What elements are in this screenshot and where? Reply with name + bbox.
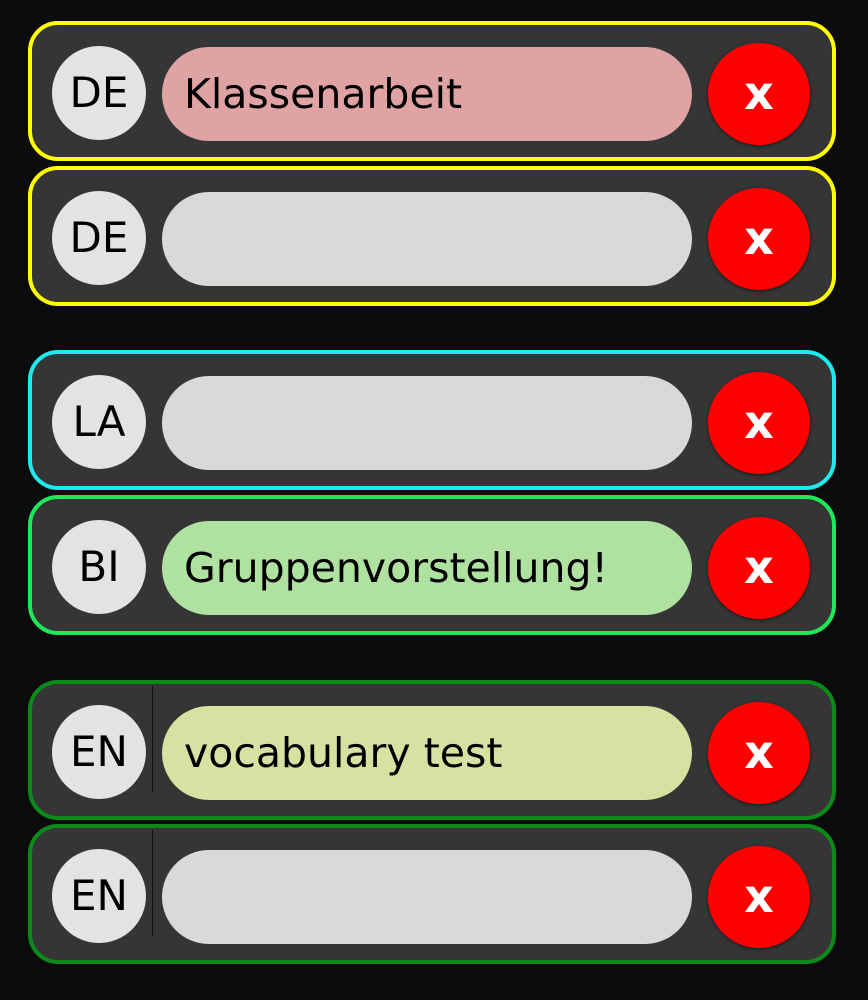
homework-row: DE x <box>28 166 836 306</box>
note-input[interactable] <box>162 706 692 800</box>
subject-badge[interactable]: BI <box>52 520 146 614</box>
homework-list: DE x DE x LA x BI x EN x EN x <box>0 0 868 1000</box>
homework-row: BI x <box>28 495 836 635</box>
subject-badge[interactable]: DE <box>52 46 146 140</box>
subject-badge[interactable]: EN <box>52 705 146 799</box>
subject-badge[interactable]: DE <box>52 191 146 285</box>
homework-row: EN x <box>28 680 836 820</box>
divider <box>152 686 153 792</box>
delete-button[interactable]: x <box>708 702 810 804</box>
subject-badge[interactable]: EN <box>52 849 146 943</box>
delete-button[interactable]: x <box>708 517 810 619</box>
note-input[interactable] <box>162 850 692 944</box>
delete-button[interactable]: x <box>708 372 810 474</box>
homework-row: LA x <box>28 350 836 490</box>
delete-button[interactable]: x <box>708 43 810 145</box>
note-input[interactable] <box>162 192 692 286</box>
homework-row: EN x <box>28 824 836 964</box>
note-input[interactable] <box>162 376 692 470</box>
delete-button[interactable]: x <box>708 846 810 948</box>
subject-badge[interactable]: LA <box>52 375 146 469</box>
note-input[interactable] <box>162 47 692 141</box>
delete-button[interactable]: x <box>708 188 810 290</box>
divider <box>152 830 153 936</box>
note-input[interactable] <box>162 521 692 615</box>
homework-row: DE x <box>28 21 836 161</box>
